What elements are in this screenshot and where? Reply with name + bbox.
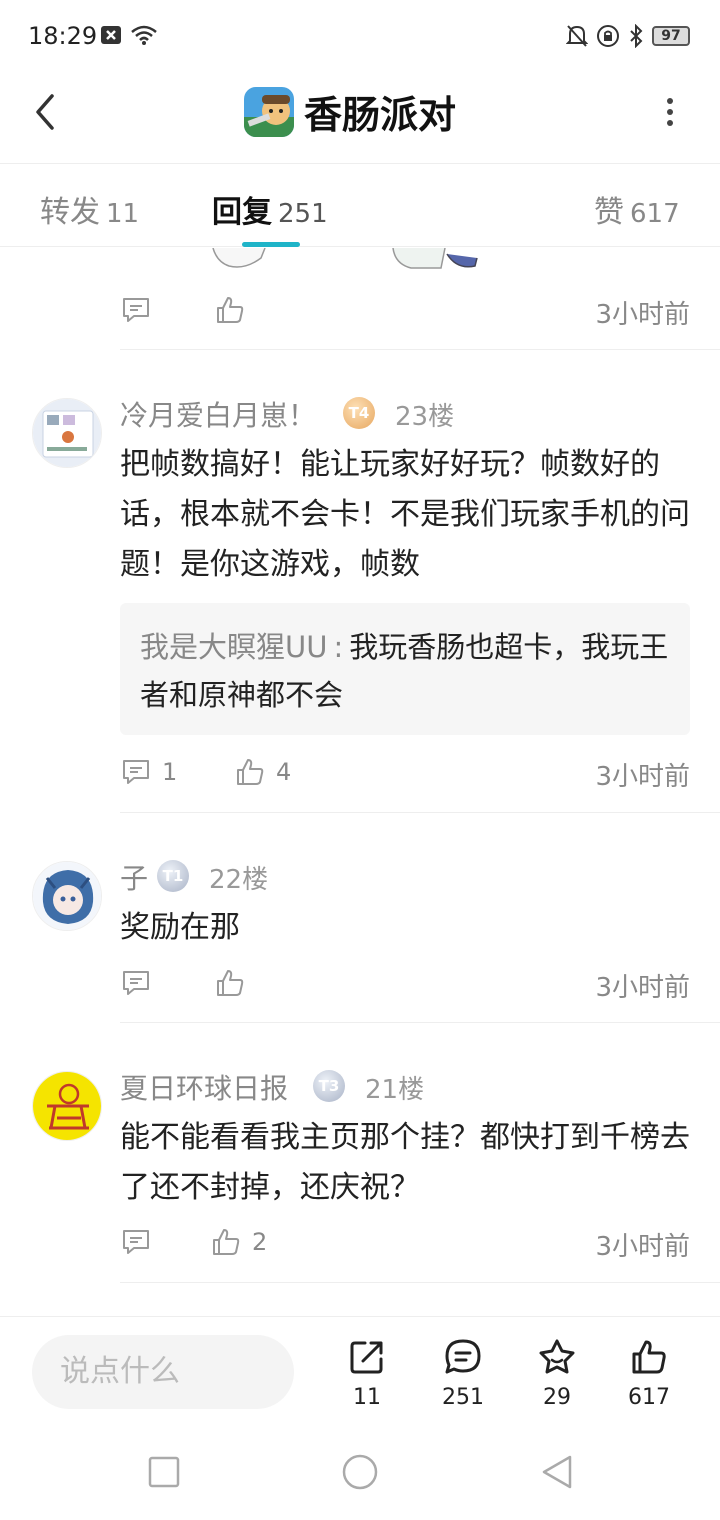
timestamp: 3小时前 <box>595 1232 690 1262</box>
comment-icon <box>123 1230 149 1254</box>
battery-icon: 97 <box>652 26 690 46</box>
game-icon <box>244 86 294 137</box>
top-header: 香肠派对 <box>0 72 720 164</box>
notification-x-icon <box>101 26 121 44</box>
user-name[interactable]: 冷月爱白月崽！ <box>120 394 316 434</box>
like-button[interactable] <box>214 294 246 326</box>
thumbs-up-icon <box>217 970 244 996</box>
timestamp: 3小时前 <box>595 973 690 1003</box>
reply-content: 能不能看看我主页那个挂？都快打到千榜去了还不封掉，还庆祝？ <box>120 1120 690 1205</box>
more-vertical-icon[interactable] <box>660 92 680 132</box>
divider <box>120 1022 720 1023</box>
reply-actions: 2 3小时前 <box>120 1226 690 1266</box>
bottom-action-bar: 说点什么 11 251 29 617 <box>0 1316 720 1428</box>
top-item-image-fragment <box>205 248 495 272</box>
favorite-button[interactable]: 29 <box>522 1337 592 1410</box>
like-button[interactable] <box>214 967 246 999</box>
share-button[interactable]: 11 <box>332 1337 402 1410</box>
system-nav-bar <box>0 1428 720 1520</box>
user-name[interactable]: 夏日环球日报 <box>120 1067 288 1107</box>
mute-bell-icon <box>566 25 588 47</box>
header-title-group[interactable]: 香肠派对 <box>244 84 456 139</box>
comment-count-button[interactable]: 251 <box>428 1337 498 1410</box>
thumbs-up-icon <box>213 1229 240 1255</box>
comment-total: 251 <box>442 1385 484 1410</box>
favorite-count: 29 <box>543 1385 571 1410</box>
quoted-user-name[interactable]: 我是大瞑猩UU <box>140 630 327 664</box>
quote-separator: : <box>333 630 344 664</box>
tab-like-count: 617 <box>630 199 680 229</box>
like-total-button[interactable]: 617 <box>614 1337 684 1410</box>
level-badge: T1 <box>157 860 189 892</box>
divider <box>120 812 720 813</box>
user-name[interactable]: 子 <box>120 857 148 897</box>
lock-rotation-icon <box>597 25 619 47</box>
comment-icon <box>123 298 149 322</box>
divider <box>120 349 720 350</box>
header-title: 香肠派对 <box>304 93 457 137</box>
chevron-left-icon[interactable] <box>26 90 70 134</box>
top-item-actions: 3小时前 <box>120 294 690 334</box>
back-triangle-icon[interactable] <box>540 1454 574 1490</box>
tab-reply-label: 回复 <box>212 195 272 230</box>
tab-forward[interactable]: 转发 11 <box>40 187 139 231</box>
thumbs-up-icon <box>217 297 244 323</box>
level-badge: T4 <box>343 397 375 429</box>
share-icon <box>350 1341 383 1374</box>
thumbs-up-icon <box>237 759 264 785</box>
comment-button[interactable] <box>120 967 152 999</box>
status-bar: 18:29 97 <box>0 0 720 72</box>
reply-actions: 3小时前 <box>120 967 690 1007</box>
comment-bubble-icon <box>445 1339 481 1374</box>
like-count: 2 <box>252 1228 268 1256</box>
timestamp: 3小时前 <box>595 300 690 330</box>
thumbs-up-icon <box>632 1340 666 1374</box>
comment-icon <box>123 971 149 995</box>
reply-content: 奖励在那 <box>120 910 240 945</box>
wifi-icon <box>131 25 157 45</box>
tab-like[interactable]: 赞 617 <box>594 187 680 231</box>
floor-number: 23楼 <box>395 402 455 432</box>
recent-apps-icon[interactable] <box>148 1456 180 1488</box>
like-button[interactable]: 4 <box>234 756 291 788</box>
tab-reply-count: 251 <box>278 199 328 229</box>
divider <box>120 1282 720 1283</box>
avatar[interactable] <box>32 1071 102 1141</box>
reply-list[interactable]: 3小时前 冷月爱白月崽！ T4 23楼 把帧数搞好！能让玩家好好玩？帧数好的话，… <box>0 248 720 1316</box>
like-total-count: 617 <box>628 1385 670 1410</box>
share-count: 11 <box>353 1385 381 1410</box>
comment-button[interactable] <box>120 294 152 326</box>
tab-active-indicator <box>242 242 300 247</box>
bluetooth-icon <box>630 24 643 48</box>
tab-reply[interactable]: 回复 251 <box>212 187 328 231</box>
reply-content: 把帧数搞好！能让玩家好好玩？帧数好的话，根本就不会卡！不是我们玩家手机的问题！是… <box>120 447 690 582</box>
avatar[interactable] <box>32 861 102 931</box>
timestamp: 3小时前 <box>595 762 690 792</box>
comment-input[interactable]: 说点什么 <box>32 1335 294 1409</box>
level-badge: T3 <box>313 1070 345 1102</box>
quoted-reply[interactable]: 我是大瞑猩UU: 我玩香肠也超卡，我玩王者和原神都不会 <box>120 603 690 735</box>
avatar[interactable] <box>32 398 102 468</box>
comment-count: 1 <box>162 758 178 786</box>
comment-button[interactable]: 1 <box>120 756 177 788</box>
status-time: 18:29 <box>28 22 98 50</box>
reply-actions: 1 4 3小时前 <box>120 756 690 796</box>
tab-like-label: 赞 <box>594 195 624 230</box>
tab-forward-count: 11 <box>106 199 140 229</box>
comment-icon <box>123 760 149 784</box>
floor-number: 21楼 <box>365 1075 425 1105</box>
comment-button[interactable] <box>120 1226 152 1258</box>
star-icon <box>539 1339 575 1374</box>
home-icon[interactable] <box>341 1453 379 1491</box>
tab-bar: 转发 11 回复 251 赞 617 <box>0 165 720 247</box>
tab-forward-label: 转发 <box>40 195 100 230</box>
like-button[interactable]: 2 <box>210 1226 267 1258</box>
floor-number: 22楼 <box>209 865 269 895</box>
like-count: 4 <box>276 758 292 786</box>
